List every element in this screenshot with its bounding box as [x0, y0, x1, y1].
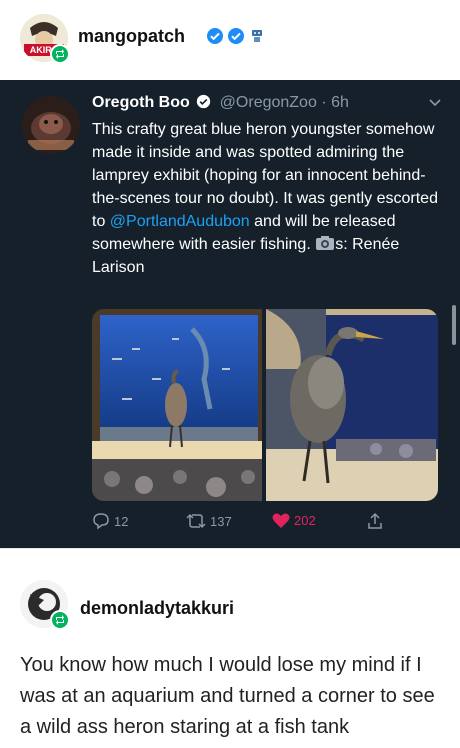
reply-button[interactable]: 12: [92, 512, 128, 530]
badge-row: [206, 27, 266, 45]
tweet-actions: 12 137 202: [0, 512, 460, 536]
tweet-handle[interactable]: @OregonZoo: [220, 94, 317, 111]
reblog-username[interactable]: mangopatch: [78, 26, 185, 47]
tweet-header: Oregoth Boo @OregonZoo · 6h: [92, 94, 349, 112]
verified-icon: [197, 94, 211, 109]
reblog-icon: [50, 610, 70, 630]
tweet-time: · 6h: [321, 94, 349, 111]
reblog-icon: [50, 44, 70, 64]
reply-icon: [93, 513, 109, 530]
retweet-count: 137: [210, 513, 232, 529]
reply-count: 12: [114, 513, 129, 529]
camera-icon: [316, 236, 335, 250]
verified-icon: [228, 28, 244, 44]
tweet-text: This crafty great blue heron youngster s…: [92, 118, 442, 279]
chevron-down-icon[interactable]: [428, 98, 442, 108]
heart-icon: [272, 513, 290, 528]
robot-badge-icon: [252, 30, 262, 42]
scrollbar[interactable]: [452, 305, 456, 345]
mention-link[interactable]: @PortlandAudubon: [110, 213, 250, 230]
reblog-header: AKIRA mangopatch: [0, 0, 460, 80]
like-count: 202: [294, 513, 316, 528]
post-body-text: You know how much I would lose my mind i…: [20, 654, 435, 738]
like-button[interactable]: 202: [272, 512, 316, 529]
tweet-avatar[interactable]: [22, 96, 80, 154]
tweet-author-name[interactable]: Oregoth Boo: [92, 94, 190, 111]
share-button[interactable]: [366, 512, 384, 530]
reply-username[interactable]: demonladytakkuri: [80, 598, 234, 619]
retweet-icon: [186, 513, 206, 529]
verified-icon: [207, 28, 223, 44]
retweet-button[interactable]: 137: [186, 512, 232, 530]
embedded-tweet[interactable]: Oregoth Boo @OregonZoo · 6h This crafty …: [0, 80, 460, 548]
share-icon: [368, 512, 382, 529]
tweet-photo-left[interactable]: [92, 309, 262, 501]
post-divider: [0, 548, 460, 568]
tweet-photo-right[interactable]: [266, 309, 438, 501]
